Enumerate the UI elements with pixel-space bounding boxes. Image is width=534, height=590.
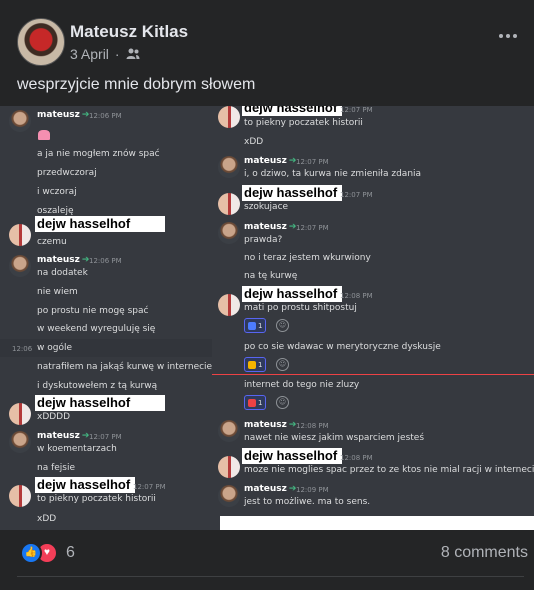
message-text: a ja nie mogłem znów spać	[37, 149, 160, 159]
message-text: prawda?	[244, 235, 283, 245]
message-text: jest to możliwe. ma to sens.	[244, 497, 371, 507]
add-reaction-icon[interactable]: ☺	[276, 358, 289, 371]
avatar	[218, 420, 240, 442]
username-box: dejw hasselhof	[242, 286, 342, 302]
avatar	[9, 403, 31, 425]
message-text: internet do tego nie zluzy	[244, 380, 360, 390]
message-text: po prostu nie mogę spać	[37, 306, 149, 316]
username-box: dejw hasselhof	[35, 216, 165, 232]
post-date[interactable]: 3 April	[70, 46, 109, 62]
timestamp: 12:08 PM	[340, 454, 373, 462]
username: mateusz ➔	[37, 255, 90, 265]
author-name[interactable]: Mateusz Kitlas	[70, 22, 188, 42]
timestamp: 12:08 PM	[340, 292, 373, 300]
avatar	[9, 485, 31, 507]
message-text: w weekend wyreguluję się	[37, 324, 156, 334]
message-text: to piekny poczatek historii	[37, 494, 156, 504]
message-text: w koementarzach	[37, 444, 117, 454]
comments-count-link[interactable]: 8 comments	[441, 544, 528, 562]
message-text: natrafiłem na jakąś kurwę w internecie	[37, 362, 212, 372]
post-footer: 👍 ♥ 6 8 comments	[0, 530, 534, 590]
message-text: moze nie moglies spac przez to ze ktos n…	[244, 465, 534, 475]
message-text: xDD	[37, 514, 57, 524]
timestamp: 12:06 PM	[89, 112, 122, 120]
chat-screenshot-right[interactable]: dejw hasselhof 12:07 PM to piekny poczat…	[212, 106, 534, 530]
message-text: to piekny poczatek historii	[244, 118, 363, 128]
emoji-icon	[38, 130, 50, 140]
timestamp: 12:07 PM	[133, 483, 166, 491]
message-text: na fejsie	[37, 463, 76, 473]
username: mateusz ➔	[244, 222, 297, 232]
avatar	[9, 431, 31, 453]
like-icon: 👍	[20, 542, 42, 564]
message-text: i wczoraj	[37, 187, 77, 197]
meta-separator: ·	[114, 46, 120, 62]
username-box: dejw hasselhof	[242, 448, 342, 464]
add-reaction-icon[interactable]: ☺	[276, 396, 289, 409]
username-box: dejw hasselhof	[242, 185, 342, 201]
timestamp: 12:06 PM	[89, 257, 122, 265]
username: mateusz ➔	[244, 420, 297, 430]
post-caption: wesprzyjcie mnie dobrym słowem	[17, 76, 256, 93]
avatar	[9, 224, 31, 246]
username: mateusz ➔	[37, 431, 90, 441]
author-avatar[interactable]	[17, 18, 65, 66]
friends-icon	[126, 48, 140, 59]
reaction-icons[interactable]: 👍 ♥	[20, 542, 58, 564]
timestamp: 12:07 PM	[296, 158, 329, 166]
post-header: Mateusz Kitlas 3 April · wesprzyjcie mni…	[0, 0, 534, 110]
username-box: dejw hasselhof	[35, 477, 135, 493]
message-text: przedwczoraj	[37, 168, 97, 178]
message-text: nie wiem	[37, 287, 78, 297]
message-text: xDD	[244, 137, 264, 147]
message-text: xDDDD	[37, 412, 71, 422]
message-text: i, o dziwo, ta kurwa nie zmieniła zdania	[244, 169, 422, 179]
timestamp: 12:08 PM	[296, 422, 329, 430]
message-text: w ogóle	[37, 343, 72, 353]
message-text: oszaleję	[37, 206, 74, 216]
avatar	[9, 110, 31, 132]
username: mateusz ➔	[244, 156, 297, 166]
message-text: na dodatek	[37, 268, 88, 278]
message-text: na tę kurwę	[244, 271, 298, 281]
reaction-count[interactable]: 6	[66, 544, 75, 562]
message-text: nawet nie wiesz jakim wsparciem jesteś	[244, 433, 425, 443]
timestamp: 12:07 PM	[340, 191, 373, 199]
reaction-pill[interactable]: 1	[244, 357, 267, 372]
avatar	[218, 222, 240, 244]
avatar	[218, 156, 240, 178]
timestamp: 12:07 PM	[296, 224, 329, 232]
message-text: no i teraz jestem wkurwiony	[244, 253, 371, 263]
message-text: szokujace	[244, 202, 289, 212]
username: mateusz ➔	[244, 484, 297, 494]
timestamp: 12:07 PM	[340, 106, 373, 114]
message-text: mati po prostu shitpostuj	[244, 303, 357, 313]
post-meta: 3 April ·	[70, 46, 140, 62]
avatar	[9, 255, 31, 277]
avatar	[218, 106, 240, 128]
reaction-pill[interactable]: 1	[244, 318, 267, 333]
add-reaction-icon[interactable]: ☺	[276, 319, 289, 332]
avatar	[218, 485, 240, 507]
avatar	[218, 193, 240, 215]
cropped-area	[220, 516, 534, 530]
new-messages-divider	[212, 374, 534, 375]
reaction-pill[interactable]: 1	[244, 395, 267, 410]
chat-screenshot-left[interactable]: mateusz ➔ 12:06 PM a ja nie mogłem znów s…	[0, 106, 212, 530]
hover-timestamp: 12:06	[12, 345, 33, 353]
username-box: dejw hasselhof	[242, 106, 342, 116]
message-text: i dyskutowełem z tą kurwą	[37, 381, 158, 391]
username: mateusz ➔	[37, 110, 90, 120]
avatar	[218, 456, 240, 478]
more-icon[interactable]	[496, 28, 520, 44]
timestamp: 12:09 PM	[296, 486, 329, 494]
message-text: czemu	[37, 237, 67, 247]
divider	[17, 576, 524, 577]
username-box: dejw hasselhof	[35, 395, 165, 411]
avatar	[218, 294, 240, 316]
message-text: po co sie wdawac w merytoryczne dyskusje	[244, 342, 441, 352]
timestamp: 12:07 PM	[89, 433, 122, 441]
